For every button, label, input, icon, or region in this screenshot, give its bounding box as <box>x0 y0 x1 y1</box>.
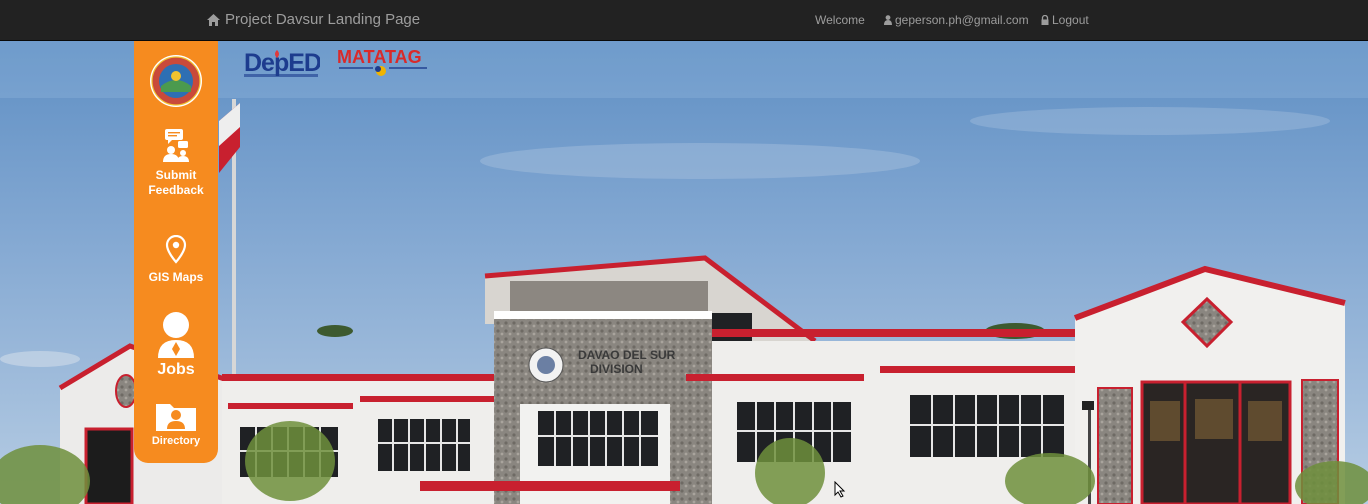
logout-label: Logout <box>1052 13 1089 27</box>
deped-logo-text: DepED <box>244 49 320 77</box>
deped-logo: DepED <box>244 47 322 79</box>
user-email: geperson.ph@gmail.com <box>895 13 1029 27</box>
submit-feedback-link[interactable]: Submit Feedback <box>134 129 218 198</box>
building-sign-line2: DIVISION <box>590 362 643 376</box>
division-seal-logo[interactable] <box>149 54 203 108</box>
lock-icon <box>1041 15 1049 25</box>
user-icon <box>884 15 892 25</box>
folder-person-icon <box>156 404 196 431</box>
gis-maps-link[interactable]: GIS Maps <box>134 235 218 285</box>
logout-link[interactable]: Logout <box>1041 12 1089 28</box>
directory-label: Directory <box>151 435 201 447</box>
mouse-cursor-icon <box>834 481 846 498</box>
submit-feedback-label: Submit Feedback <box>148 168 204 197</box>
home-icon <box>207 14 220 26</box>
navbar-brand-text: Project Davsur Landing Page <box>225 11 421 28</box>
directory-link[interactable]: Directory <box>134 400 218 448</box>
building-sign-line1: DAVAO DEL SUR <box>578 348 676 362</box>
feedback-icon <box>163 129 189 162</box>
jobs-link[interactable]: Jobs <box>134 312 218 380</box>
top-navbar: Project Davsur Landing Page Welcome gepe… <box>0 0 1368 41</box>
person-icon <box>158 312 194 358</box>
quick-links-sidebar: Submit Feedback GIS Maps Jobs Directory <box>134 41 218 463</box>
jobs-label: Jobs <box>157 361 195 378</box>
map-pin-icon <box>165 235 187 264</box>
user-account-link[interactable]: geperson.ph@gmail.com <box>884 12 1029 28</box>
navbar-brand-link[interactable]: Project Davsur Landing Page <box>207 10 420 30</box>
matatag-logo-text: MATATAG <box>337 47 422 67</box>
welcome-text: Welcome <box>815 13 865 27</box>
matatag-logo: MATATAG <box>337 46 429 78</box>
gis-maps-label: GIS Maps <box>148 270 204 284</box>
